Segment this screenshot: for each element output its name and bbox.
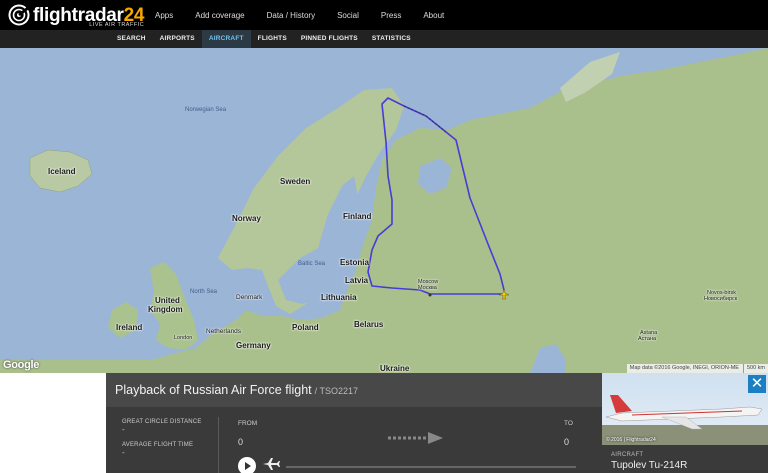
aircraft-value: Tupolev Tu-214R	[611, 460, 688, 471]
label-london: London	[174, 335, 193, 341]
playback-panel: Playback of Russian Air Force flight / TS…	[0, 373, 768, 473]
plane-icon	[263, 458, 280, 470]
stats-divider	[218, 417, 219, 473]
gc-distance-value: -	[122, 425, 125, 434]
track-gap	[403, 105, 447, 133]
nav-apps[interactable]: Apps	[155, 11, 173, 20]
play-button[interactable]	[238, 457, 256, 473]
aircraft-photo-image	[602, 395, 768, 445]
route-arrow-icon	[388, 432, 443, 444]
label-ireland: Ireland	[116, 323, 143, 332]
label-kingdom: Kingdom	[148, 305, 183, 314]
subnav-aircraft[interactable]: AIRCRAFT	[201, 30, 251, 48]
map-view[interactable]: Norwegian Sea Iceland Sweden Norway Finl…	[0, 48, 768, 373]
subnav-flights[interactable]: FLIGHTS	[251, 30, 294, 48]
radar-logo-icon	[8, 4, 30, 26]
brand-logo[interactable]: flightradar24 LIVE AIR TRAFFIC	[8, 3, 144, 27]
aircraft-label: AIRCRAFT	[611, 452, 644, 458]
label-latvia: Latvia	[345, 276, 369, 285]
avg-time-value: -	[122, 448, 125, 457]
from-value: 0	[238, 437, 244, 447]
label-sweden: Sweden	[280, 177, 311, 186]
label-estonia: Estonia	[340, 258, 369, 267]
nav-data-history[interactable]: Data / History	[267, 11, 315, 20]
aircraft-photo: © 2016 | Flightradar24	[602, 373, 768, 445]
panel-title: Playback of Russian Air Force flight / TS…	[115, 383, 358, 397]
to-value: 0	[564, 437, 570, 447]
brand-tagline: LIVE AIR TRAFFIC	[89, 21, 145, 28]
top-bar: flightradar24 LIVE AIR TRAFFIC Apps Add …	[0, 0, 768, 30]
panel-title-bar: Playback of Russian Air Force flight / TS…	[106, 373, 602, 407]
gc-distance-label: GREAT CIRCLE DISTANCE	[122, 419, 202, 425]
close-button[interactable]: ✕	[748, 375, 766, 393]
label-finland: Finland	[343, 212, 372, 221]
label-norway: Norway	[232, 214, 261, 223]
label-baltic-sea: Baltic Sea	[298, 261, 326, 267]
subnav-search[interactable]: SEARCH	[110, 30, 153, 48]
label-novosibirsk-ru: Новосибирск	[704, 296, 738, 302]
avg-time-label: AVERAGE FLIGHT TIME	[122, 442, 194, 448]
nav-press[interactable]: Press	[381, 11, 401, 20]
photo-credit: © 2016 | Flightradar24	[606, 437, 656, 443]
label-norwegian-sea: Norwegian Sea	[185, 107, 227, 113]
playback-timeline[interactable]	[286, 466, 576, 468]
label-moscow-ru: Москва	[418, 285, 437, 291]
to-label: TO	[564, 420, 573, 427]
subnav-pinned-flights[interactable]: PINNED FLIGHTS	[294, 30, 365, 48]
aircraft-panel: © 2016 | Flightradar24 ✕ AIRCRAFT Tupole…	[602, 373, 768, 473]
label-lithuania: Lithuania	[321, 293, 357, 302]
main-nav: Apps Add coverage Data / History Social …	[155, 0, 466, 30]
label-north-sea: North Sea	[190, 289, 218, 295]
sub-nav: SEARCH AIRPORTS AIRCRAFT FLIGHTS PINNED …	[0, 30, 768, 48]
label-denmark: Denmark	[236, 294, 263, 301]
nav-social[interactable]: Social	[337, 11, 359, 20]
from-label: FROM	[238, 420, 258, 427]
label-ukraine: Ukraine	[380, 364, 410, 373]
label-astana-ru: Астана	[638, 336, 657, 342]
google-logo: Google	[3, 359, 40, 371]
map-attribution: Map data ©2016 Google, INEGI, ORION-ME 5…	[626, 364, 768, 373]
attribution-text[interactable]: Map data ©2016 Google, INEGI, ORION-ME	[630, 364, 739, 373]
label-united: United	[155, 296, 180, 305]
moscow-dot	[428, 293, 432, 297]
subnav-statistics[interactable]: STATISTICS	[365, 30, 418, 48]
app-root: flightradar24 LIVE AIR TRAFFIC Apps Add …	[0, 0, 768, 473]
label-germany: Germany	[236, 341, 271, 350]
nav-about[interactable]: About	[423, 11, 444, 20]
label-belarus: Belarus	[354, 320, 384, 329]
ireland-land	[108, 302, 138, 338]
label-netherlands: Netherlands	[206, 328, 242, 335]
callsign-text: / TSO2217	[314, 386, 358, 396]
nav-add-coverage[interactable]: Add coverage	[195, 11, 244, 20]
flight-stats: GREAT CIRCLE DISTANCE - AVERAGE FLIGHT T…	[122, 419, 202, 465]
subnav-airports[interactable]: AIRPORTS	[153, 30, 202, 48]
label-iceland: Iceland	[48, 167, 76, 176]
map-scale: 500 km	[742, 364, 765, 373]
label-poland: Poland	[292, 323, 319, 332]
panel-left-blank	[0, 373, 106, 473]
flight-info-panel: Playback of Russian Air Force flight / TS…	[106, 373, 602, 473]
panel-title-text: Playback of Russian Air Force flight	[115, 383, 312, 397]
